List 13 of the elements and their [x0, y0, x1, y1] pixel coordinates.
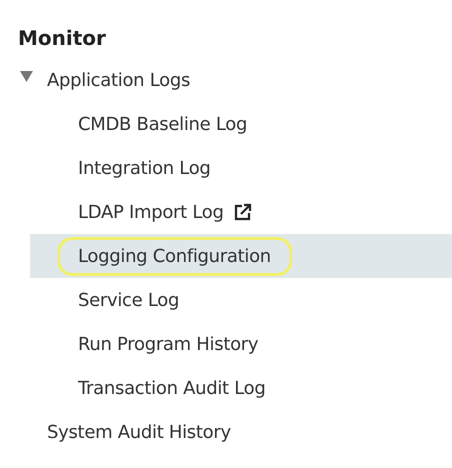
tree-item[interactable]: Integration Log [78, 158, 211, 178]
tree-item[interactable]: Service Log [78, 290, 180, 310]
tree-item[interactable]: Run Program History [78, 334, 258, 354]
tree-item[interactable]: CMDB Baseline Log [78, 114, 248, 134]
tree-item[interactable]: Logging Configuration [60, 240, 289, 272]
external-link-icon[interactable] [234, 203, 252, 221]
tree-item[interactable]: Application Logs [47, 70, 190, 90]
tree-item[interactable]: LDAP Import Log [78, 202, 224, 222]
selected-row[interactable]: Logging Configuration [30, 234, 452, 278]
expanded-triangle-icon[interactable] [20, 70, 33, 82]
tree-item[interactable]: System Audit History [47, 422, 231, 442]
section-title: Monitor [17, 25, 107, 52]
tree-item[interactable]: Transaction Audit Log [78, 378, 266, 398]
